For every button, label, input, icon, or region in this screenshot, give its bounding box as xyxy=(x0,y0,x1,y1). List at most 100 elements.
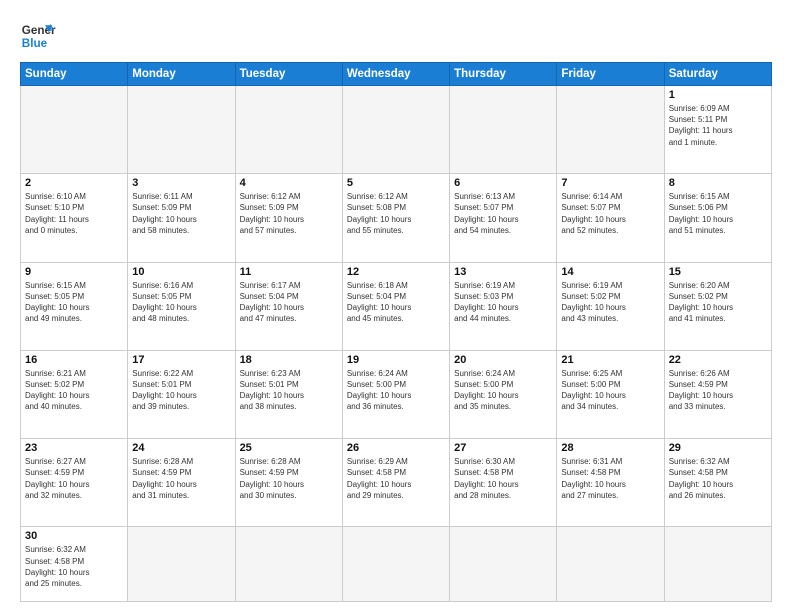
day-cell: 15 Sunrise: 6:20 AM Sunset: 5:02 PM Dayli… xyxy=(664,262,771,350)
day-number: 16 xyxy=(25,354,123,366)
day-number: 13 xyxy=(454,266,552,278)
day-info: Sunrise: 6:24 AM Sunset: 5:00 PM Dayligh… xyxy=(347,368,445,413)
day-info: Sunrise: 6:22 AM Sunset: 5:01 PM Dayligh… xyxy=(132,368,230,413)
day-cell xyxy=(235,86,342,174)
day-cell: 22Sunrise: 6:26 AM Sunset: 4:59 PM Dayli… xyxy=(664,350,771,438)
logo-icon: General Blue xyxy=(20,18,56,54)
day-number: 19 xyxy=(347,354,445,366)
day-cell xyxy=(235,527,342,602)
page: General Blue SundayMondayTuesdayWednesda… xyxy=(0,0,792,612)
day-info: Sunrise: 6:25 AM Sunset: 5:00 PM Dayligh… xyxy=(561,368,659,413)
day-info: Sunrise: 6:23 AM Sunset: 5:01 PM Dayligh… xyxy=(240,368,338,413)
header-row: SundayMondayTuesdayWednesdayThursdayFrid… xyxy=(21,63,772,86)
day-cell: 8 Sunrise: 6:15 AM Sunset: 5:06 PM Daylig… xyxy=(664,174,771,262)
day-number: 28 xyxy=(561,442,659,454)
day-info: Sunrise: 6:28 AM Sunset: 4:59 PM Dayligh… xyxy=(132,456,230,501)
header-day-wednesday: Wednesday xyxy=(342,63,449,86)
day-info: Sunrise: 6:15 AM Sunset: 5:06 PM Dayligh… xyxy=(669,191,767,236)
day-number: 17 xyxy=(132,354,230,366)
calendar-body: 1Sunrise: 6:09 AM Sunset: 5:11 PM Daylig… xyxy=(21,86,772,602)
day-info: Sunrise: 6:19 AM Sunset: 5:02 PM Dayligh… xyxy=(561,280,659,325)
day-number: 20 xyxy=(454,354,552,366)
day-info: Sunrise: 6:32 AM Sunset: 4:58 PM Dayligh… xyxy=(25,544,123,589)
week-row-4: 23 Sunrise: 6:27 AM Sunset: 4:59 PM Dayli… xyxy=(21,439,772,527)
day-info: Sunrise: 6:30 AM Sunset: 4:58 PM Dayligh… xyxy=(454,456,552,501)
day-number: 6 xyxy=(454,177,552,189)
logo: General Blue xyxy=(20,18,56,54)
day-cell: 14Sunrise: 6:19 AM Sunset: 5:02 PM Dayli… xyxy=(557,262,664,350)
header-day-thursday: Thursday xyxy=(450,63,557,86)
day-cell: 19 Sunrise: 6:24 AM Sunset: 5:00 PM Dayli… xyxy=(342,350,449,438)
day-number: 4 xyxy=(240,177,338,189)
day-number: 10 xyxy=(132,266,230,278)
day-info: Sunrise: 6:27 AM Sunset: 4:59 PM Dayligh… xyxy=(25,456,123,501)
day-cell: 20 Sunrise: 6:24 AM Sunset: 5:00 PM Dayli… xyxy=(450,350,557,438)
day-cell: 24 Sunrise: 6:28 AM Sunset: 4:59 PM Dayli… xyxy=(128,439,235,527)
day-cell: 6 Sunrise: 6:13 AM Sunset: 5:07 PM Daylig… xyxy=(450,174,557,262)
week-row-0: 1Sunrise: 6:09 AM Sunset: 5:11 PM Daylig… xyxy=(21,86,772,174)
week-row-1: 2 Sunrise: 6:10 AM Sunset: 5:10 PM Daylig… xyxy=(21,174,772,262)
day-cell: 2 Sunrise: 6:10 AM Sunset: 5:10 PM Daylig… xyxy=(21,174,128,262)
day-number: 27 xyxy=(454,442,552,454)
day-info: Sunrise: 6:24 AM Sunset: 5:00 PM Dayligh… xyxy=(454,368,552,413)
day-number: 5 xyxy=(347,177,445,189)
day-info: Sunrise: 6:13 AM Sunset: 5:07 PM Dayligh… xyxy=(454,191,552,236)
day-number: 22 xyxy=(669,354,767,366)
day-cell: 11Sunrise: 6:17 AM Sunset: 5:04 PM Dayli… xyxy=(235,262,342,350)
day-info: Sunrise: 6:15 AM Sunset: 5:05 PM Dayligh… xyxy=(25,280,123,325)
day-number: 18 xyxy=(240,354,338,366)
day-info: Sunrise: 6:12 AM Sunset: 5:09 PM Dayligh… xyxy=(240,191,338,236)
day-cell: 3Sunrise: 6:11 AM Sunset: 5:09 PM Daylig… xyxy=(128,174,235,262)
day-number: 24 xyxy=(132,442,230,454)
header-day-sunday: Sunday xyxy=(21,63,128,86)
day-cell: 5 Sunrise: 6:12 AM Sunset: 5:08 PM Daylig… xyxy=(342,174,449,262)
day-cell: 7 Sunrise: 6:14 AM Sunset: 5:07 PM Daylig… xyxy=(557,174,664,262)
day-info: Sunrise: 6:18 AM Sunset: 5:04 PM Dayligh… xyxy=(347,280,445,325)
week-row-5: 30Sunrise: 6:32 AM Sunset: 4:58 PM Dayli… xyxy=(21,527,772,602)
day-info: Sunrise: 6:31 AM Sunset: 4:58 PM Dayligh… xyxy=(561,456,659,501)
day-cell: 10Sunrise: 6:16 AM Sunset: 5:05 PM Dayli… xyxy=(128,262,235,350)
calendar-header: SundayMondayTuesdayWednesdayThursdayFrid… xyxy=(21,63,772,86)
day-info: Sunrise: 6:12 AM Sunset: 5:08 PM Dayligh… xyxy=(347,191,445,236)
day-cell xyxy=(342,86,449,174)
day-info: Sunrise: 6:29 AM Sunset: 4:58 PM Dayligh… xyxy=(347,456,445,501)
day-number: 25 xyxy=(240,442,338,454)
day-number: 11 xyxy=(240,266,338,278)
day-info: Sunrise: 6:28 AM Sunset: 4:59 PM Dayligh… xyxy=(240,456,338,501)
day-info: Sunrise: 6:20 AM Sunset: 5:02 PM Dayligh… xyxy=(669,280,767,325)
day-cell: 21 Sunrise: 6:25 AM Sunset: 5:00 PM Dayli… xyxy=(557,350,664,438)
day-cell: 4 Sunrise: 6:12 AM Sunset: 5:09 PM Daylig… xyxy=(235,174,342,262)
day-cell xyxy=(128,527,235,602)
day-cell xyxy=(21,86,128,174)
day-cell: 30Sunrise: 6:32 AM Sunset: 4:58 PM Dayli… xyxy=(21,527,128,602)
day-number: 2 xyxy=(25,177,123,189)
day-number: 26 xyxy=(347,442,445,454)
day-number: 23 xyxy=(25,442,123,454)
day-info: Sunrise: 6:21 AM Sunset: 5:02 PM Dayligh… xyxy=(25,368,123,413)
day-cell: 18 Sunrise: 6:23 AM Sunset: 5:01 PM Dayli… xyxy=(235,350,342,438)
day-info: Sunrise: 6:32 AM Sunset: 4:58 PM Dayligh… xyxy=(669,456,767,501)
day-info: Sunrise: 6:19 AM Sunset: 5:03 PM Dayligh… xyxy=(454,280,552,325)
day-cell: 13 Sunrise: 6:19 AM Sunset: 5:03 PM Dayli… xyxy=(450,262,557,350)
day-cell: 29Sunrise: 6:32 AM Sunset: 4:58 PM Dayli… xyxy=(664,439,771,527)
day-number: 15 xyxy=(669,266,767,278)
header: General Blue xyxy=(20,18,772,54)
calendar-table: SundayMondayTuesdayWednesdayThursdayFrid… xyxy=(20,62,772,602)
day-cell xyxy=(664,527,771,602)
day-cell: 17 Sunrise: 6:22 AM Sunset: 5:01 PM Dayli… xyxy=(128,350,235,438)
day-number: 7 xyxy=(561,177,659,189)
day-cell xyxy=(128,86,235,174)
day-cell xyxy=(557,86,664,174)
day-number: 9 xyxy=(25,266,123,278)
header-day-monday: Monday xyxy=(128,63,235,86)
day-cell: 9 Sunrise: 6:15 AM Sunset: 5:05 PM Daylig… xyxy=(21,262,128,350)
day-info: Sunrise: 6:14 AM Sunset: 5:07 PM Dayligh… xyxy=(561,191,659,236)
day-number: 21 xyxy=(561,354,659,366)
day-cell: 28 Sunrise: 6:31 AM Sunset: 4:58 PM Dayli… xyxy=(557,439,664,527)
day-number: 3 xyxy=(132,177,230,189)
header-day-tuesday: Tuesday xyxy=(235,63,342,86)
day-cell: 25 Sunrise: 6:28 AM Sunset: 4:59 PM Dayli… xyxy=(235,439,342,527)
day-number: 8 xyxy=(669,177,767,189)
day-info: Sunrise: 6:10 AM Sunset: 5:10 PM Dayligh… xyxy=(25,191,123,236)
day-cell xyxy=(557,527,664,602)
